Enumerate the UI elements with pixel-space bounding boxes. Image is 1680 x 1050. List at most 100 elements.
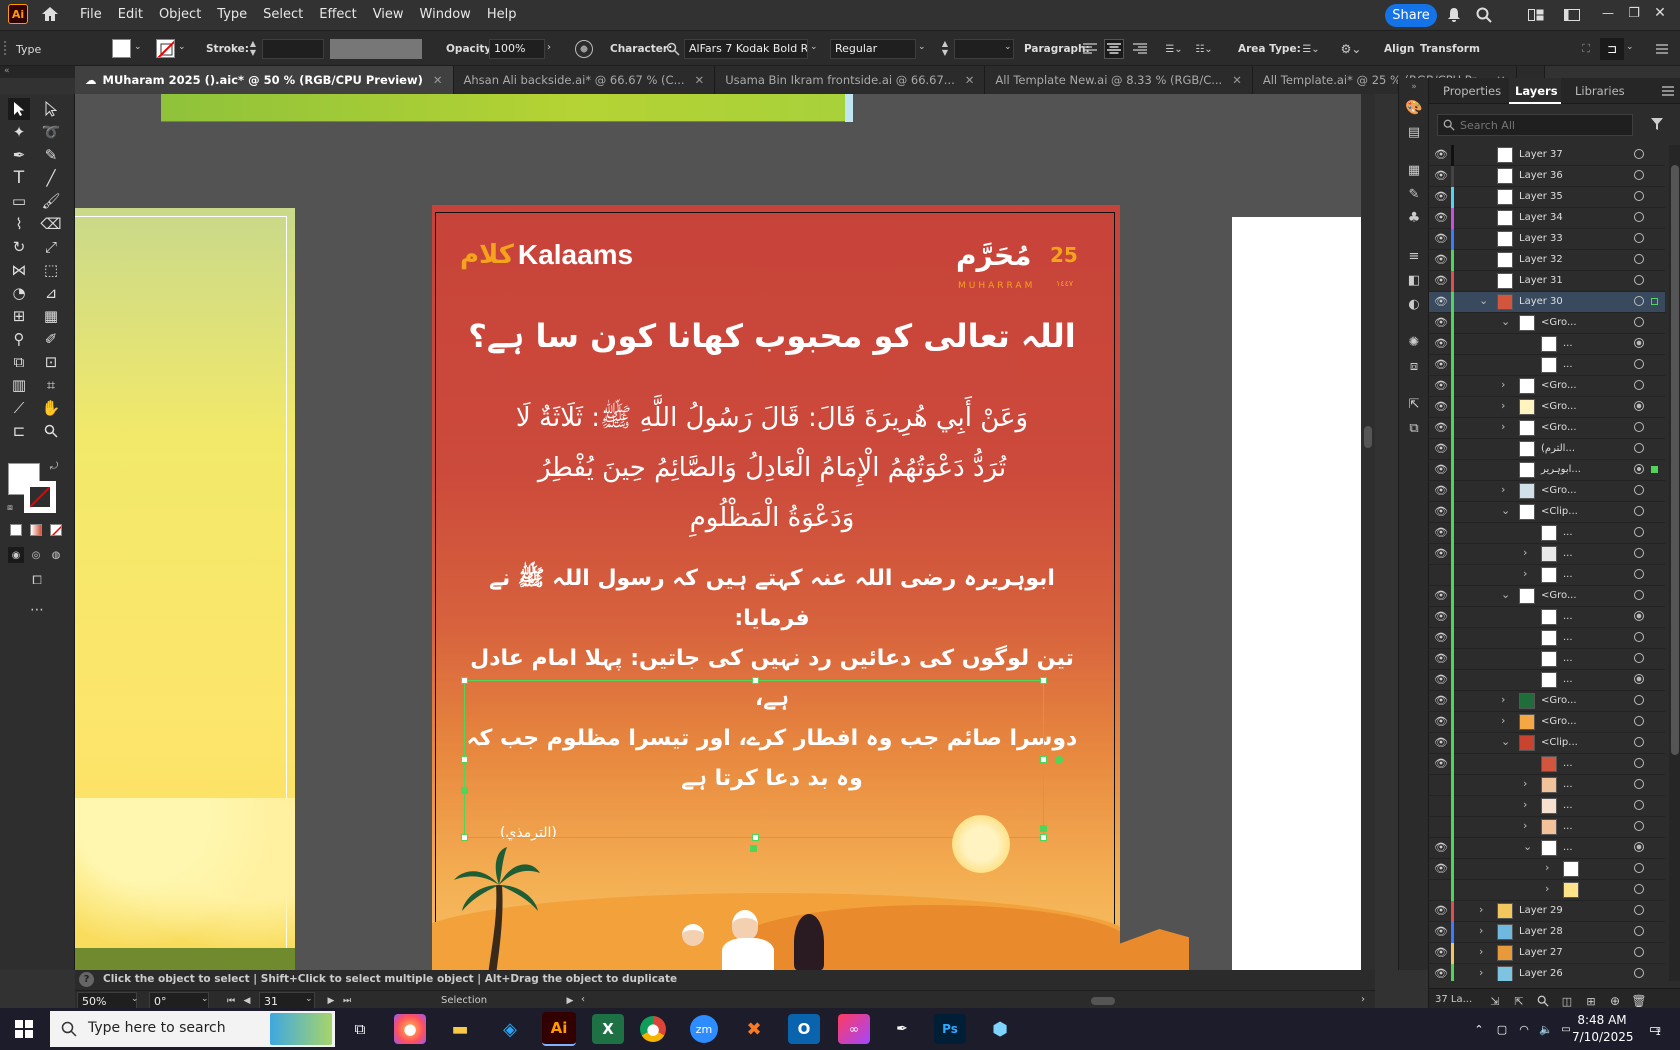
tray-app-icon[interactable]: ▢: [1494, 1020, 1510, 1038]
visibility-eye-icon[interactable]: 👁: [1434, 526, 1448, 539]
selection-handle[interactable]: [1040, 834, 1047, 841]
eraser-tool-icon[interactable]: ⌫: [40, 213, 62, 235]
clock[interactable]: 8:48 AM 7/10/2025: [1572, 1012, 1634, 1046]
vertical-scroll-thumb[interactable]: [1364, 426, 1372, 448]
edit-toolbar-icon[interactable]: ⋯: [26, 602, 48, 618]
visibility-eye-icon[interactable]: 👁: [1434, 148, 1448, 161]
vscode-icon[interactable]: ◈: [494, 1014, 526, 1044]
sublayer-row[interactable]: 👁...: [1429, 355, 1665, 376]
collapse-arrow-icon[interactable]: ⌄: [1523, 840, 1532, 853]
horizontal-scroll-thumb[interactable]: [1091, 997, 1115, 1005]
symbols-icon[interactable]: ♣: [1404, 208, 1424, 228]
font-search-icon[interactable]: [664, 41, 682, 57]
zoom-dropdown-icon[interactable]: ⌄: [131, 994, 139, 1004]
target-appearance-icon[interactable]: [1634, 233, 1644, 243]
area-type-options-icon[interactable]: ☰⌄: [1298, 41, 1324, 57]
visibility-eye-icon[interactable]: 👁: [1434, 694, 1448, 707]
artboards-icon[interactable]: ⧉: [1404, 418, 1424, 438]
visibility-eye-icon[interactable]: 👁: [1434, 169, 1448, 182]
vertical-scrollbar[interactable]: [1361, 94, 1375, 970]
text-in-port[interactable]: [1040, 825, 1047, 832]
sublayer-row[interactable]: 👁 › <Gro...: [1429, 712, 1665, 733]
volume-icon[interactable]: 🔈: [1538, 1020, 1554, 1038]
new-sublayer-icon[interactable]: ⊞: [1583, 993, 1599, 1009]
lasso-tool-icon[interactable]: ➰: [40, 121, 62, 143]
target-appearance-icon[interactable]: [1634, 779, 1644, 789]
align-right-icon[interactable]: [1132, 41, 1148, 57]
layer-row[interactable]: 👁 › Layer 26: [1429, 964, 1665, 981]
target-appearance-icon[interactable]: [1634, 926, 1644, 936]
selection-tool-icon[interactable]: [8, 98, 30, 120]
opacity-field[interactable]: 100%: [489, 39, 545, 59]
menu-help[interactable]: Help: [479, 7, 525, 22]
target-appearance-icon[interactable]: [1634, 695, 1644, 705]
sublayer-row[interactable]: 👁 › <Gro...: [1429, 376, 1665, 397]
collapse-arrow-icon[interactable]: ⌄: [1501, 735, 1510, 748]
visibility-eye-icon[interactable]: 👁: [1434, 337, 1448, 350]
target-appearance-icon[interactable]: [1634, 380, 1644, 390]
visibility-eye-icon[interactable]: 👁: [1434, 400, 1448, 413]
mesh-tool-icon[interactable]: ⊞: [8, 305, 30, 327]
opacity-label[interactable]: Opacity:: [446, 43, 495, 55]
sublayer-row[interactable]: 👁...: [1429, 649, 1665, 670]
target-appearance-icon[interactable]: [1634, 422, 1644, 432]
paragraph-label[interactable]: Paragraph:: [1024, 43, 1090, 55]
arrange-documents-icon[interactable]: [1526, 6, 1546, 24]
line-segment-tool-icon[interactable]: ╱: [40, 167, 62, 189]
expand-arrow-icon[interactable]: ›: [1523, 819, 1527, 832]
wifi-icon[interactable]: ◠: [1516, 1020, 1532, 1038]
horizontal-scrollbar[interactable]: ‹ ›: [581, 994, 1371, 1008]
document-tab[interactable]: Ahsan Ali backside.ai* @ 66.67 % (C... ✕: [453, 66, 716, 94]
target-appearance-icon[interactable]: [1634, 800, 1644, 810]
expand-arrow-icon[interactable]: ›: [1501, 420, 1505, 433]
target-appearance-icon[interactable]: [1634, 821, 1644, 831]
visibility-eye-icon[interactable]: 👁: [1434, 253, 1448, 266]
selection-handle[interactable]: [461, 756, 468, 763]
visibility-eye-icon[interactable]: 👁: [1434, 442, 1448, 455]
photoshop-icon[interactable]: Ps: [934, 1014, 966, 1044]
gradient-tool-icon[interactable]: ▦: [40, 305, 62, 327]
layers-search-input[interactable]: [1460, 117, 1628, 133]
isolate-icon[interactable]: ⛶: [1578, 41, 1594, 57]
pen-app-icon[interactable]: ✒: [886, 1014, 918, 1044]
layer-row[interactable]: 👁 › Layer 29: [1429, 901, 1665, 922]
hadith-arabic[interactable]: وَعَنْ أَبِي هُرِيرَةَ قَالَ: قَالَ رَسُ…: [462, 393, 1082, 543]
expand-arrow-icon[interactable]: ›: [1523, 777, 1527, 790]
windows-start-icon[interactable]: [8, 1016, 40, 1042]
selection-handle[interactable]: [1040, 677, 1047, 684]
target-appearance-icon[interactable]: [1634, 737, 1644, 747]
visibility-eye-icon[interactable]: 👁: [1434, 274, 1448, 287]
gradient-panel-icon[interactable]: ◧: [1404, 270, 1424, 290]
sublayer-row[interactable]: ›...: [1429, 817, 1665, 838]
sublayer-row[interactable]: 👁...: [1429, 607, 1665, 628]
target-appearance-icon[interactable]: [1634, 548, 1644, 558]
font-family-dropdown-icon[interactable]: ⌄: [810, 42, 818, 52]
visibility-eye-icon[interactable]: 👁: [1434, 421, 1448, 434]
text-thread-port[interactable]: [1055, 756, 1063, 764]
stroke-swatch[interactable]: [156, 39, 175, 58]
artboard-tool-icon[interactable]: ⌗: [40, 374, 62, 396]
stroke-weight-field[interactable]: [262, 39, 324, 59]
character-label[interactable]: Character:: [610, 43, 672, 55]
target-appearance-icon[interactable]: [1634, 863, 1644, 873]
layer-row[interactable]: 👁 Layer 34: [1429, 208, 1665, 229]
visibility-eye-icon[interactable]: 👁: [1434, 211, 1448, 224]
layer-row[interactable]: 👁 › Layer 27: [1429, 943, 1665, 964]
font-size-dropdown-icon[interactable]: ⌄: [1004, 42, 1012, 52]
sublayer-row[interactable]: ›...: [1429, 775, 1665, 796]
visibility-eye-icon[interactable]: 👁: [1434, 463, 1448, 476]
first-artboard-icon[interactable]: ⏮: [225, 994, 237, 1008]
target-appearance-icon[interactable]: [1634, 317, 1644, 327]
search-icon[interactable]: [1474, 6, 1494, 24]
export-icon[interactable]: ⇱: [1404, 394, 1424, 414]
draw-normal-icon[interactable]: ◉: [8, 547, 24, 563]
layers-scrollbar[interactable]: [1669, 145, 1680, 981]
screen-mode-icon[interactable]: ⧠: [26, 572, 48, 588]
expand-arrow-icon[interactable]: ›: [1479, 945, 1483, 958]
stroke-dropdown-icon[interactable]: ⌄: [178, 42, 186, 52]
expand-arrow-icon[interactable]: ›: [1501, 483, 1505, 496]
pen-tool-icon[interactable]: ✒: [8, 144, 30, 166]
visibility-eye-icon[interactable]: 👁: [1434, 316, 1448, 329]
visibility-eye-icon[interactable]: 👁: [1434, 232, 1448, 245]
default-fill-stroke-icon[interactable]: ⧈: [4, 502, 16, 514]
